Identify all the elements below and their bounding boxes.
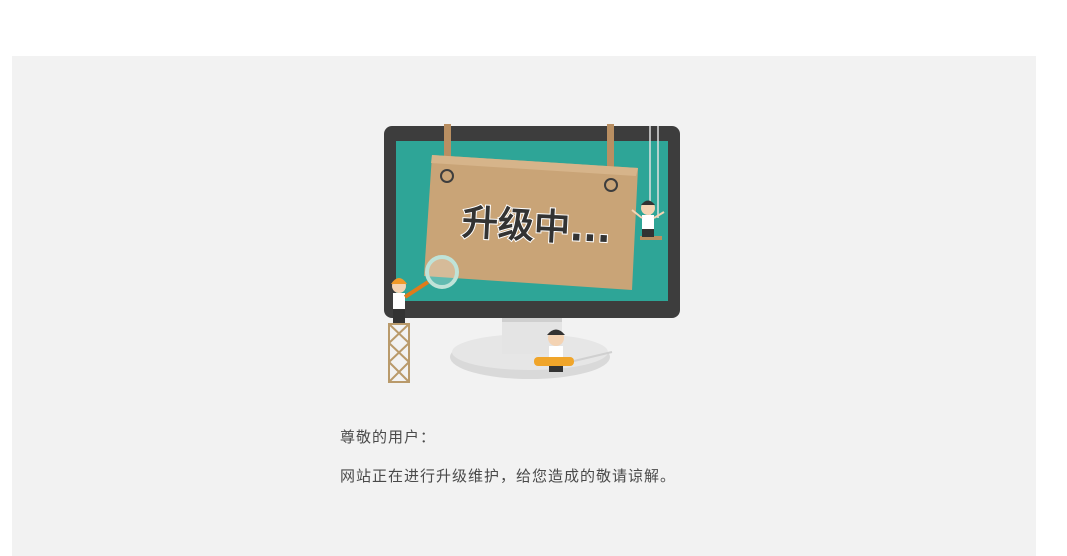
sign-text: 升级中... (461, 202, 612, 251)
brush-icon (534, 357, 574, 366)
maintenance-notice: 尊敬的用户： 网站正在进行升级维护，给您造成的敬请谅解。 (340, 426, 676, 486)
greeting-text: 尊敬的用户： (340, 428, 437, 446)
scaffold-tower (388, 323, 410, 383)
magnifier-icon (425, 255, 459, 289)
maintenance-message: 网站正在进行升级维护，给您造成的敬请谅解。 (340, 467, 677, 485)
